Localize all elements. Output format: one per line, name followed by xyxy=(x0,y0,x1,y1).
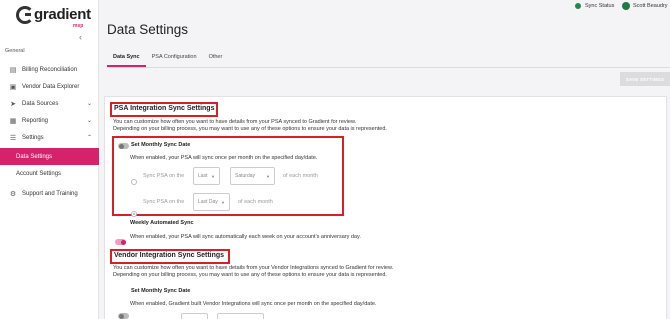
vendor-option-1-week-select[interactable] xyxy=(181,313,208,319)
reporting-icon: ▦ xyxy=(9,117,17,125)
tab-data-sync[interactable]: Data Sync xyxy=(107,54,146,67)
psa-monthly-sync-toggle[interactable] xyxy=(118,143,129,149)
chevron-down-icon: ▼ xyxy=(266,173,270,179)
sidebar-item-label: Data Sources xyxy=(22,100,59,107)
data-sources-icon: ➤ xyxy=(10,100,16,108)
vendor-option-1-day-select[interactable] xyxy=(217,313,264,319)
tab-divider xyxy=(107,67,670,68)
select-value: Last xyxy=(198,173,208,179)
weekly-sync-toggle[interactable] xyxy=(115,239,126,245)
sidebar-item-settings[interactable]: ☰ Settings ⌃ xyxy=(0,129,99,146)
sync-settings-card: PSA Integration Sync Settings You can cu… xyxy=(104,96,667,319)
psa-option-2-prefix: Sync PSA on the xyxy=(143,199,185,205)
sidebar-item-label: Data Settings xyxy=(16,153,53,160)
sync-status-label: Sync Status xyxy=(585,3,615,9)
chevron-up-icon: ⌃ xyxy=(86,135,92,141)
settings-icon: ☰ xyxy=(9,134,17,142)
user-name: Scott Beaudry xyxy=(633,3,668,9)
sidebar: gradient msp ‹ General ▤ Billing Reconci… xyxy=(0,0,99,319)
psa-option-2-suffix: of each month xyxy=(238,199,273,205)
select-value: Saturday xyxy=(235,173,256,179)
vendor-heading: Vendor Integration Sync Settings xyxy=(114,252,225,259)
sync-status[interactable]: Sync Status xyxy=(575,3,614,9)
vendor-description-2: Depending on your billing process, you m… xyxy=(113,272,387,278)
billing-icon: ▤ xyxy=(9,66,17,74)
chevron-down-icon: ⌄ xyxy=(86,101,92,107)
sidebar-item-billing-reconciliation[interactable]: ▤ Billing Reconciliation xyxy=(0,61,99,78)
sidebar-item-label: Billing Reconciliation xyxy=(22,66,78,73)
page-title: Data Settings xyxy=(107,22,189,37)
select-value: Last Day xyxy=(198,199,218,205)
top-bar: Sync Status Scott Beaudry xyxy=(99,0,670,14)
sidebar-item-label: Account Settings xyxy=(16,170,62,177)
psa-option-radio-1[interactable] xyxy=(131,179,137,185)
psa-monthly-sync-label: Set Monthly Sync Date xyxy=(131,142,191,148)
logo-text: gradient xyxy=(34,6,91,23)
avatar xyxy=(622,2,630,10)
sidebar-item-label: Reporting xyxy=(22,117,49,124)
chevron-down-icon: ▼ xyxy=(211,173,215,179)
psa-monthly-sync-description: When enabled, your PSA will sync once pe… xyxy=(130,155,318,161)
psa-heading: PSA Integration Sync Settings xyxy=(114,105,215,112)
psa-option-radio-2[interactable] xyxy=(131,211,137,217)
sync-status-dot-icon xyxy=(575,3,581,9)
chevron-down-icon: ▼ xyxy=(221,199,225,205)
vendor-monthly-sync-label: Set Monthly Sync Date xyxy=(131,288,191,294)
sidebar-item-data-settings[interactable]: Data Settings xyxy=(0,148,99,165)
chevron-down-icon: ⌄ xyxy=(86,118,92,124)
sidebar-item-support-and-training[interactable]: ⚙ Support and Training xyxy=(0,185,99,202)
psa-option-1-week-select[interactable]: Last ▼ xyxy=(193,167,220,185)
explorer-icon: ▣ xyxy=(9,83,17,91)
psa-option-1-suffix: of each month xyxy=(283,173,318,179)
vendor-monthly-sync-description: When enabled, Gradient built Vendor Inte… xyxy=(130,301,377,307)
psa-option-1-prefix: Sync PSA on the xyxy=(143,173,185,179)
sidebar-item-vendor-data-explorer[interactable]: ▣ Vendor Data Explorer xyxy=(0,78,99,95)
tab-psa-configuration[interactable]: PSA Configuration xyxy=(146,54,203,67)
user-menu[interactable]: Scott Beaudry xyxy=(622,2,668,10)
gradient-logo[interactable]: gradient msp xyxy=(16,6,91,36)
weekly-sync-description: When enabled, your PSA will sync automat… xyxy=(130,234,361,240)
tab-bar: Data Sync PSA Configuration Other xyxy=(107,54,228,67)
tab-other[interactable]: Other xyxy=(203,54,229,67)
logo-subtext: msp xyxy=(73,23,84,29)
logo-mark-icon xyxy=(16,6,34,24)
collapse-sidebar-icon[interactable]: ‹ xyxy=(79,32,82,42)
sidebar-section-general: General xyxy=(5,48,25,54)
weekly-sync-label: Weekly Automated Sync xyxy=(130,220,194,226)
support-icon: ⚙ xyxy=(9,190,17,198)
sidebar-item-account-settings[interactable]: Account Settings xyxy=(0,165,99,182)
vendor-monthly-sync-toggle[interactable] xyxy=(118,313,129,319)
save-settings-button[interactable]: SAVE SETTINGS xyxy=(620,72,670,86)
psa-option-1-day-select[interactable]: Saturday ▼ xyxy=(230,167,275,185)
sidebar-item-label: Vendor Data Explorer xyxy=(22,83,80,90)
psa-option-2-day-select[interactable]: Last Day ▼ xyxy=(193,193,230,211)
sidebar-item-reporting[interactable]: ▦ Reporting ⌄ xyxy=(0,112,99,129)
sidebar-item-data-sources[interactable]: ➤ Data Sources ⌄ xyxy=(0,95,99,112)
sidebar-item-label: Settings xyxy=(22,134,44,141)
psa-description-2: Depending on your billing process, you m… xyxy=(113,126,387,132)
sidebar-item-label: Support and Training xyxy=(22,190,78,197)
